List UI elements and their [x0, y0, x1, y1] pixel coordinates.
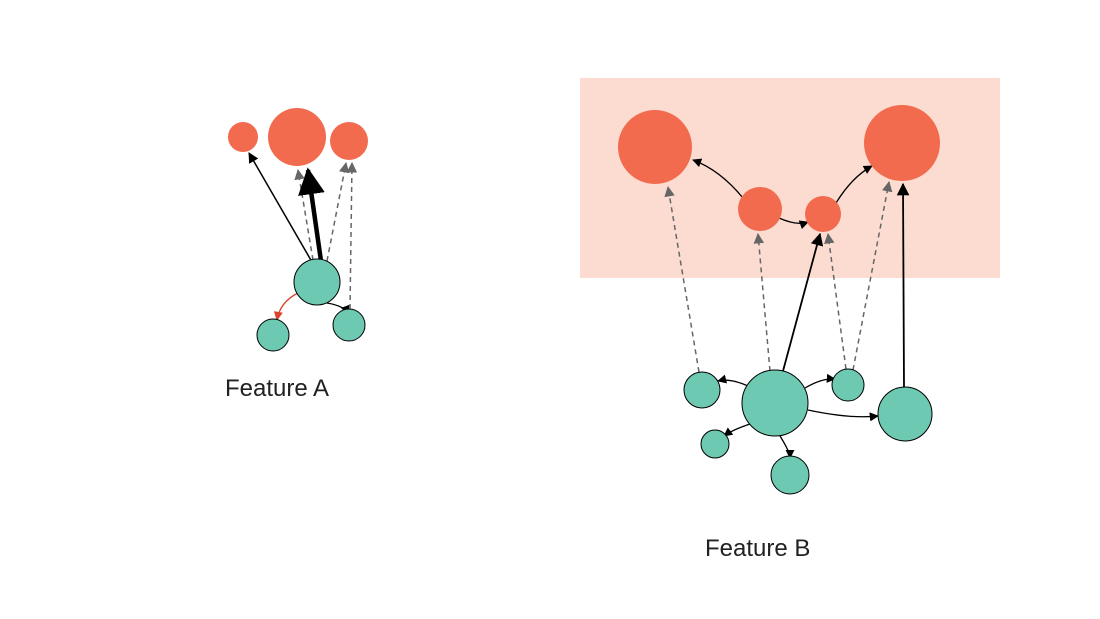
feature-b-label: Feature B: [705, 535, 810, 563]
feature-a-label: Feature A: [225, 375, 329, 403]
diagram-canvas: [0, 0, 1100, 619]
feature-a-nodes: [228, 108, 368, 351]
